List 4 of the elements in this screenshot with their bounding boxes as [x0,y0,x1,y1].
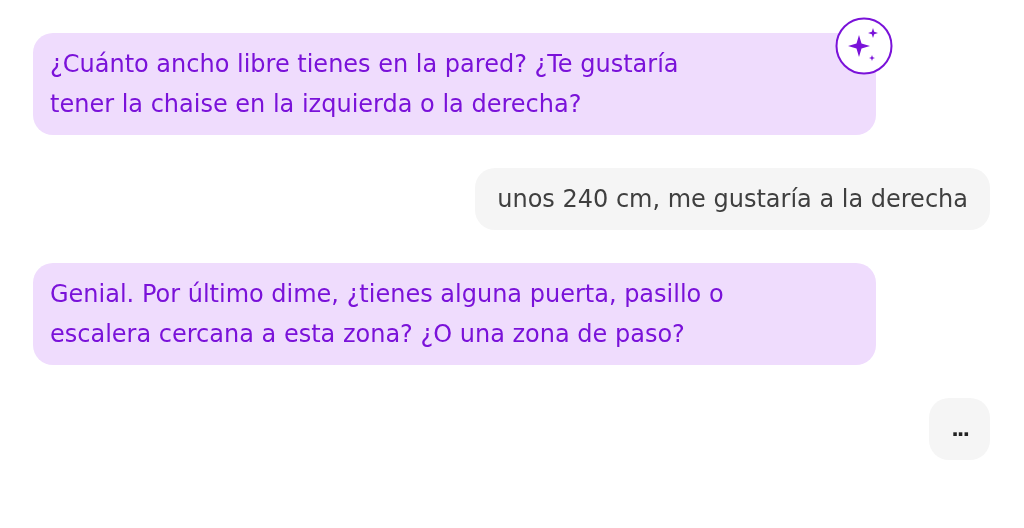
user-message: unos 240 cm, me gustaría a la derecha [475,168,990,230]
assistant-message: ¿Cuánto ancho libre tienes en la pared? ¿Te gustaría tener la chaise en la izquierda o la derecha? [33,33,876,135]
assistant-message: Genial. Por último dime, ¿tienes alguna puerta, pasillo o escalera cercana a esta zona? ¿O una zona de paso? [33,263,876,365]
typing-indicator: ... [929,398,990,460]
